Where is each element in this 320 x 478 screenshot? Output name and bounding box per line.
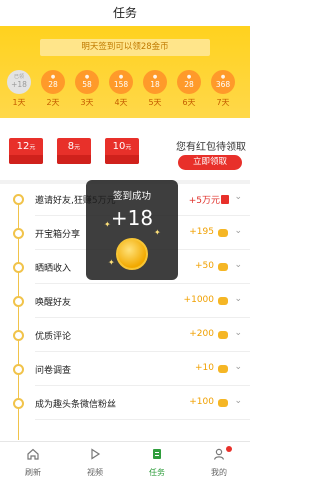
task-reward: +50 [195, 261, 214, 271]
coin-icon: ● 28 [177, 70, 201, 94]
coin-icon [218, 229, 228, 237]
task-reward: +5万元 [188, 196, 220, 206]
coin-icon [218, 331, 228, 339]
task-reward: +200 [189, 329, 214, 339]
tab-refresh[interactable]: 刷新 [2, 442, 64, 478]
task-row[interactable]: 唤醒好友 +1000 ⌄ [0, 286, 250, 318]
sparkle-icon: ✦ [108, 258, 115, 267]
day-label: 1天 [12, 98, 26, 107]
task-name: 优质评论 [35, 332, 72, 342]
tab-video[interactable]: 视频 [64, 442, 126, 478]
task-row[interactable]: 问卷调查 +10 ⌄ [0, 354, 250, 386]
day-label: 7天 [216, 98, 230, 107]
signin-day[interactable]: ● 28 6天 [175, 70, 203, 108]
chevron-down-icon[interactable]: ⌄ [234, 328, 242, 338]
coin-icon: ● 18 [143, 70, 167, 94]
sparkle-icon: ✦ [154, 228, 161, 237]
bottom-tab-bar: 刷新 视频 任务 我的 [0, 441, 250, 478]
red-packet[interactable]: 10元 [105, 138, 139, 164]
home-icon [27, 448, 39, 460]
coin-icon: 已领 +18 [7, 70, 31, 94]
coin-icon: ● 58 [75, 70, 99, 94]
signin-banner: 明天签到可以领28金币 [40, 39, 210, 56]
task-name: 晒晒收入 [35, 264, 72, 274]
coin-icon [218, 297, 228, 305]
task-reward: +100 [189, 397, 214, 407]
signin-day[interactable]: ● 18 5天 [141, 70, 169, 108]
toast-amount: +18 [110, 206, 154, 230]
timeline-dot-icon [13, 330, 24, 341]
toast-title: 签到成功 [112, 191, 151, 202]
chevron-down-icon[interactable]: ⌄ [234, 226, 242, 236]
task-reward: +1000 [183, 295, 214, 305]
sparkle-icon: ✦ [104, 220, 111, 229]
chevron-down-icon[interactable]: ⌄ [234, 294, 242, 304]
task-name: 开宝箱分享 [35, 230, 81, 240]
user-icon [213, 448, 225, 460]
task-icon [153, 449, 161, 459]
red-packet[interactable]: 12元 [9, 138, 43, 164]
coin-icon [218, 399, 228, 407]
signin-day[interactable]: ● 158 4天 [107, 70, 135, 108]
task-name: 成为趣头条微信粉丝 [35, 400, 117, 410]
coin-icon: ● 28 [41, 70, 65, 94]
page-title: 任务 [0, 0, 250, 26]
signin-panel: 明天签到可以领28金币 已领 +18 1天 ● 28 2天 ● 58 3天 ● [0, 26, 250, 118]
signin-day[interactable]: ● 28 2天 [39, 70, 67, 108]
task-reward: +195 [189, 227, 214, 237]
signin-day[interactable]: ● 58 3天 [73, 70, 101, 108]
red-packet-bar: 12元 8元 10元 您有红包待领取 立即领取 [0, 118, 250, 180]
tab-me[interactable]: 我的 [188, 442, 250, 478]
claim-now-button[interactable]: 立即领取 [178, 155, 242, 170]
task-row[interactable]: 成为趣头条微信粉丝 +100 ⌄ [0, 388, 250, 420]
play-icon [91, 448, 101, 460]
coin-icon [116, 238, 148, 270]
coin-icon [218, 365, 228, 373]
signin-success-toast: 签到成功 +18 ✦ ✦ ✦ [86, 180, 178, 280]
timeline-dot-icon [13, 194, 24, 205]
timeline-dot-icon [13, 262, 24, 273]
tab-task[interactable]: 任务 [126, 442, 188, 478]
signin-day[interactable]: ● 368 7天 [209, 70, 237, 108]
timeline-dot-icon [13, 228, 24, 239]
task-reward: +10 [195, 363, 214, 373]
chevron-down-icon[interactable]: ⌄ [234, 192, 242, 202]
chevron-down-icon[interactable]: ⌄ [234, 396, 242, 406]
day-label: 3天 [80, 98, 94, 107]
red-packet-text: 您有红包待领取 [176, 142, 246, 153]
chevron-down-icon[interactable]: ⌄ [234, 362, 242, 372]
task-name: 问卷调查 [35, 366, 72, 376]
coin-icon [218, 263, 228, 271]
signin-day[interactable]: 已领 +18 1天 [5, 70, 33, 108]
coin-icon: ● 368 [211, 70, 235, 94]
notification-dot [226, 446, 232, 452]
gift-icon [221, 195, 229, 204]
coin-icon: ● 158 [109, 70, 133, 94]
timeline-dot-icon [13, 398, 24, 409]
signin-days: 已领 +18 1天 ● 28 2天 ● 58 3天 ● 158 4天 ● 18 … [5, 70, 245, 114]
chevron-down-icon[interactable]: ⌄ [234, 260, 242, 270]
day-label: 2天 [46, 98, 60, 107]
timeline-dot-icon [13, 364, 24, 375]
timeline-dot-icon [13, 296, 24, 307]
task-name: 唤醒好友 [35, 298, 72, 308]
day-label: 5天 [148, 98, 162, 107]
day-label: 6天 [182, 98, 196, 107]
red-packet[interactable]: 8元 [57, 138, 91, 164]
task-row[interactable]: 优质评论 +200 ⌄ [0, 320, 250, 352]
day-label: 4天 [114, 98, 128, 107]
